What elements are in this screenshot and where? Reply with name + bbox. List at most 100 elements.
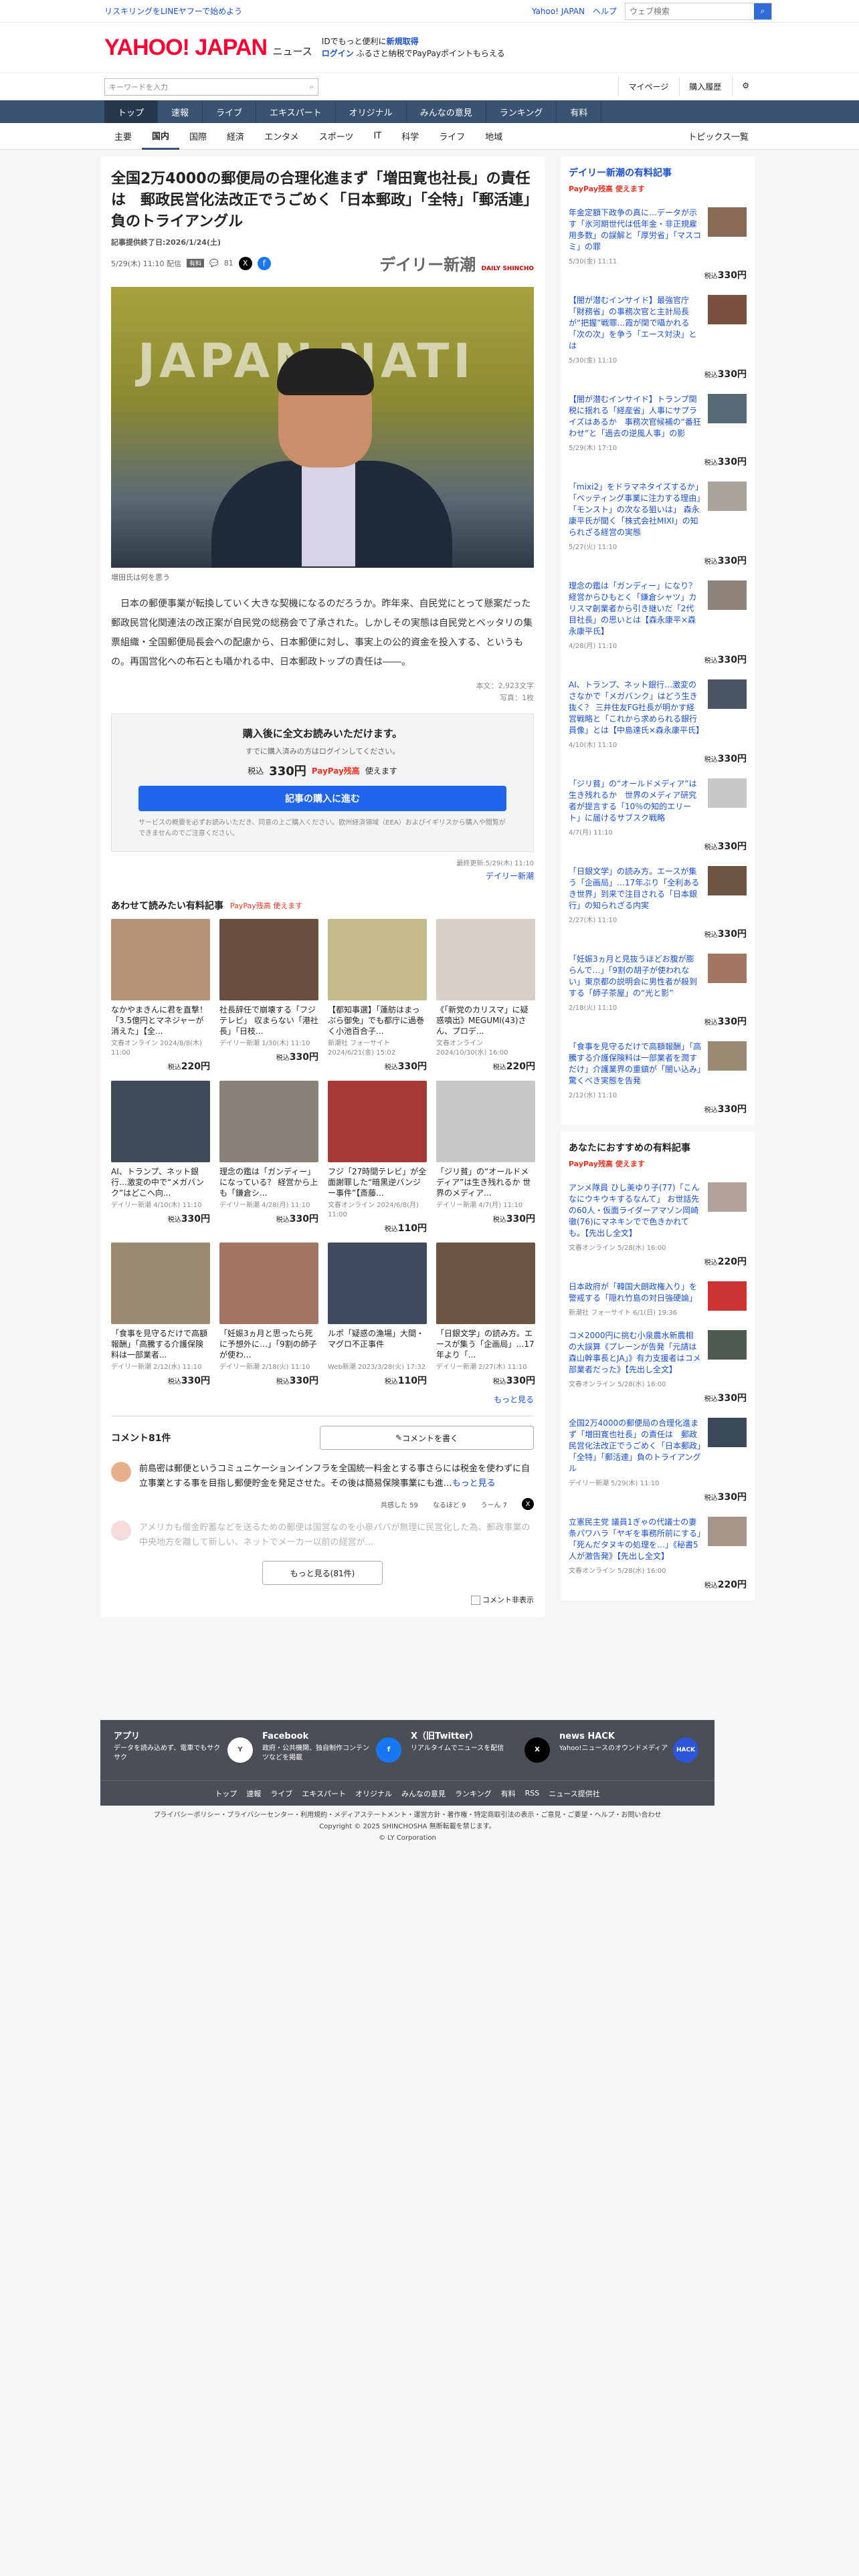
- publisher-link[interactable]: デイリー新潮: [111, 870, 534, 881]
- yahoo-japan-link[interactable]: Yahoo! JAPAN: [532, 7, 585, 16]
- tab-economy[interactable]: 経済: [217, 123, 254, 150]
- x-share-icon[interactable]: X: [238, 256, 252, 270]
- gnav-original[interactable]: オリジナル: [336, 100, 407, 123]
- gnav-expert[interactable]: エキスパート: [256, 100, 336, 123]
- promo: IDでもっと便利に新規取得 ログイン ふるさと納税でPayPayポイントもらえる: [321, 37, 505, 58]
- tab-main[interactable]: 主要: [104, 123, 142, 150]
- purchase-history-button[interactable]: 購入履歴: [679, 77, 731, 96]
- footer-link[interactable]: みんなの意見: [401, 1788, 446, 1799]
- gnav-paid[interactable]: 有料: [557, 100, 602, 123]
- related-card[interactable]: ルポ「疑惑の漁場」大間・マグロ不正事件 Web新潮 2023/3/28(火) 17…: [328, 1243, 427, 1387]
- yahoo-news-logo[interactable]: YAHOO! JAPAN ニュース: [104, 36, 312, 59]
- tab-it[interactable]: IT: [363, 123, 391, 150]
- search-icon[interactable]: ⌕: [310, 82, 314, 92]
- related-card[interactable]: 【都知事選】「蓮舫はまっぷら御免」でも都庁に過巻く小池百合子... 新潮社 フォー…: [328, 919, 427, 1073]
- sidebar-item[interactable]: 「mixi2」をドラマネタイズするか」「ベッティング事業に注力する理由」「モンス…: [569, 481, 747, 551]
- sidebar-item[interactable]: AI、トランプ、ネット銀行…激変のさなかで「メガバンク」はどう生き抜く？ 三井住…: [569, 679, 747, 749]
- related-card[interactable]: AI、トランプ、ネット銀行…激変の中で“メガバンク”はどこへ向... デイリー新潮…: [111, 1081, 210, 1235]
- publisher-logo[interactable]: デイリー新潮 DAILY SHINCHO: [379, 251, 534, 275]
- topics-list-link[interactable]: トピックス一覧: [678, 123, 759, 150]
- footer-link[interactable]: 速報: [246, 1788, 261, 1799]
- help-link[interactable]: ヘルプ: [593, 5, 617, 17]
- related-card[interactable]: 「日銀文学」の読み方。エースが集う「企画局」…17年より「... デイリー新潮 2…: [436, 1243, 535, 1387]
- sidebar-item[interactable]: 「妊娠3ヵ月と見抜うほどお腹が膨らんで…」「9割の胡子が使われない」東京都の説明…: [569, 954, 747, 1012]
- search-icon[interactable]: ⌕: [754, 3, 771, 19]
- keyword-search-input[interactable]: キーワードを入力 ⌕: [104, 78, 318, 96]
- signup-link[interactable]: 新規取得: [387, 37, 419, 46]
- footer-x[interactable]: X（旧Twitter） リアルタイムでニュースを配信 X: [411, 1732, 553, 1780]
- comment-more-link[interactable]: もっと見る: [452, 1479, 496, 1489]
- x-share-icon[interactable]: X: [522, 1498, 534, 1510]
- related-grid: なかやまきんに君を直撃！「3.5億円とマネジャーが消えた」【全... 文春オンライ…: [111, 919, 535, 1387]
- comment-icon[interactable]: 💬: [209, 259, 219, 267]
- category-nav: 主要 国内 国際 経済 エンタメ スポーツ IT 科学 ライフ 地域 トピックス…: [0, 123, 859, 150]
- sidebar-item[interactable]: 年金定額下政争の真に…データが示す「氷河期世代は低年金・非正規雇用多数」の誤解と…: [569, 207, 747, 265]
- footer-link[interactable]: オリジナル: [355, 1788, 392, 1799]
- footer-facebook[interactable]: Facebook 政府・公共機関、独自制作コンテンツなどを掲載 f: [262, 1732, 404, 1780]
- write-comment-button[interactable]: ✎ コメントを書く: [320, 1426, 534, 1450]
- web-search-input[interactable]: [626, 3, 754, 19]
- mypage-button[interactable]: マイページ: [618, 77, 678, 96]
- insight-button[interactable]: なるほど 9: [433, 1498, 466, 1510]
- footer-link[interactable]: ライブ: [270, 1788, 292, 1799]
- footer-app[interactable]: アプリ データを読み込めず、電車でもサクサク Y: [114, 1732, 256, 1780]
- footer: アプリ データを読み込めず、電車でもサクサク Y Facebook 政府・公共機関、独…: [100, 1720, 714, 1806]
- global-nav: トップ 速報 ライブ エキスパート オリジナル みんなの意見 ランキング 有料: [0, 100, 859, 123]
- sidebar-heading[interactable]: デイリー新潮の有料記事: [569, 166, 747, 179]
- tab-world[interactable]: 国際: [179, 123, 217, 150]
- sidebar-item[interactable]: 【闇が潜むインサイド】トランプ関税に揺れる「経産省」人事にサプライズはあるか 事…: [569, 394, 747, 452]
- gnav-live[interactable]: ライブ: [203, 100, 257, 123]
- related-card[interactable]: 「食事を見守るだけで高額報酬」「高騰する介護保険料は一部業者... デイリー新潮 …: [111, 1243, 210, 1387]
- recommended-item[interactable]: アンメ隊員 ひし美ゆり子(77)「こんなにウキウキするなんて」 お世話先の60人…: [569, 1182, 747, 1252]
- recommended-item[interactable]: 日本政府が「韓国大朗政権入り」を警戒する「隠れ竹島の対日強硬論」 新潮社 フォーサ…: [569, 1281, 747, 1317]
- sidebar-item[interactable]: 理念の鑑は「ガンディー」になり？ 経営からひもとく「鎌倉シャツ」カリスマ創業者か…: [569, 580, 747, 650]
- facebook-share-icon[interactable]: f: [257, 256, 271, 270]
- tab-life[interactable]: ライフ: [429, 123, 475, 150]
- related-more-link[interactable]: もっと見る: [111, 1394, 534, 1405]
- related-paypay: PayPay残高 使えます: [230, 901, 303, 910]
- gear-icon[interactable]: ⚙: [732, 77, 759, 96]
- tab-domestic[interactable]: 国内: [142, 123, 180, 150]
- related-card[interactable]: 《「新党のカリスマ」に疑惑噴出》MEGUMI(43)さん、プロデ... 文春オンラ…: [436, 919, 535, 1073]
- sidebar-item[interactable]: 「食事を見守るだけで高額報酬」「高騰する介護保険料は一部業者を潤すだけ」介護業界…: [569, 1041, 747, 1099]
- footer-link[interactable]: ニュース提供社: [549, 1788, 599, 1799]
- more-comments-button[interactable]: もっと見る(81件): [262, 1561, 383, 1585]
- related-card[interactable]: 社長辞任で崩壊する「フジテレビ」 収まらない「港社長」「日枝... デイリー新潮 …: [219, 919, 318, 1073]
- login-link[interactable]: ログイン: [322, 49, 354, 58]
- sidebar-item[interactable]: 【闇が潜むインサイド】最強官庁「財務省」の事務次官と主計局長が“把握”戦罪…霞が…: [569, 295, 747, 364]
- sidebar-item[interactable]: 「ジリ貧」の“オールドメディア”は生き残れるか 世界のメディア研究者が提言する「…: [569, 778, 747, 837]
- publish-date: 5/29(木) 11:10 配信: [111, 259, 181, 268]
- recommended-item[interactable]: 全国2万4000の郵便局の合理化進まず「増田寛也社長」の責任は 郵政民営化法改正…: [569, 1418, 747, 1487]
- tab-science[interactable]: 科学: [391, 123, 429, 150]
- related-card[interactable]: なかやまきんに君を直撃！「3.5億円とマネジャーが消えた」【全... 文春オンライ…: [111, 919, 210, 1073]
- gnav-ranking[interactable]: ランキング: [486, 100, 557, 123]
- gnav-breaking[interactable]: 速報: [158, 100, 203, 123]
- purchase-heading: 購入後に全文お読みいただけます。: [242, 728, 403, 740]
- gnav-top[interactable]: トップ: [104, 100, 159, 123]
- comment-count[interactable]: 81: [224, 259, 233, 267]
- hide-comments-checkbox[interactable]: [470, 1596, 480, 1605]
- footer-link[interactable]: RSS: [525, 1789, 540, 1798]
- reskilling-link[interactable]: リスキリングをLINEヤフーで始めよう: [104, 5, 242, 17]
- footer-newshack[interactable]: news HACK Yahoo!ニュースのオウンドメディア HACK: [559, 1732, 701, 1780]
- related-card[interactable]: 「ジリ貧」の“オールドメディア”は生き残れるか 世界のメディア... デイリー新潮…: [436, 1081, 535, 1235]
- hmm-button[interactable]: うーん 7: [480, 1498, 507, 1510]
- footer-link[interactable]: エキスパート: [302, 1788, 346, 1799]
- related-card[interactable]: フジ「27時間テレビ」が全面謝罪した“暗黒逆バンジー事件”【斎藤... 文春オンラ…: [328, 1081, 427, 1235]
- sidebar-item[interactable]: 「日銀文学」の読み方。エースが集う「企画局」…17年ぶり「全利あるき世界」到来で…: [569, 866, 747, 924]
- empathy-button[interactable]: 共感した 59: [381, 1498, 418, 1510]
- footer-link[interactable]: 有料: [501, 1788, 516, 1799]
- recommended-item[interactable]: コメ2000円に挑む小泉農水新農相の大誤算《プレーンが告発「元請は森山幹事長とJ…: [569, 1330, 747, 1388]
- footer-link[interactable]: トップ: [215, 1788, 237, 1799]
- legal-links[interactable]: プライバシーポリシー・プライバシーセンター・利用規約・メディアステートメント・運…: [100, 1810, 714, 1821]
- tab-local[interactable]: 地域: [475, 123, 512, 150]
- footer-link[interactable]: ランキング: [455, 1788, 492, 1799]
- purchase-button[interactable]: 記事の購入に進む: [138, 786, 506, 811]
- tab-sports[interactable]: スポーツ: [309, 123, 364, 150]
- gnav-opinion[interactable]: みんなの意見: [407, 100, 486, 123]
- recommended-item[interactable]: 立憲民主党 議員1ぎゃの代議士の妻条パワハラ「ヤギを事務所前にする」「死んだタヌ…: [569, 1517, 747, 1575]
- photo-count: 写真：1枚: [500, 693, 534, 702]
- tab-entertainment[interactable]: エンタメ: [254, 123, 309, 150]
- related-card[interactable]: 理念の鑑は「ガンディー」になっている？ 経営から上も「鎌倉シ... デイリー新潮 …: [219, 1081, 318, 1235]
- related-card[interactable]: 「妊娠3ヵ月と思ったら死に予想外に…」「9割の師子が使わ... デイリー新潮 2/…: [219, 1243, 318, 1387]
